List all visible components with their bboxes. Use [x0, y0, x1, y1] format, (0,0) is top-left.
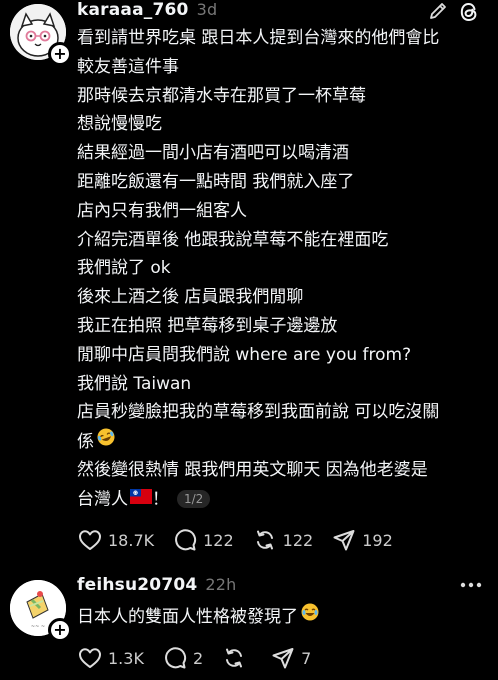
comment-count: 2: [192, 648, 204, 668]
post-line-with-emoji: 係: [77, 427, 492, 456]
share-icon: [331, 527, 357, 553]
thread-post: + karaaa_760 3d 看到請世界吃桌 跟日本人提到台灣來的他們會比 較友…: [0, 0, 498, 560]
post-line-text: 台灣人: [77, 489, 128, 510]
username[interactable]: feihsu20704: [77, 575, 197, 595]
repost-icon: [252, 527, 278, 553]
repost-button[interactable]: 122: [252, 527, 314, 553]
follow-plus-button[interactable]: +: [48, 42, 72, 66]
avatar[interactable]: ~~ ~ +: [10, 580, 72, 642]
post-actions: 18.7K 122 122 192: [77, 527, 411, 553]
post-line-text: 係: [77, 432, 94, 453]
share-icon: [270, 645, 296, 671]
reply-header: feihsu20704 22h: [77, 575, 237, 595]
follow-plus-button[interactable]: +: [48, 618, 72, 642]
share-button[interactable]: 7: [270, 645, 311, 671]
like-count: 18.7K: [108, 530, 155, 550]
like-count: 1.3K: [108, 648, 144, 668]
timestamp: 3d: [196, 0, 218, 19]
post-line-with-flag: 台灣人 ！ 1/2: [77, 485, 492, 514]
post-line: 看到請世界吃桌 跟日本人提到台灣來的他們會比: [77, 28, 440, 48]
post-header: karaaa_760 3d: [77, 0, 217, 20]
share-button[interactable]: 192: [331, 527, 393, 553]
post-line-text: 日本人的雙面人性格被發現了: [77, 606, 298, 627]
rofl-emoji: [96, 427, 116, 457]
comment-icon: [172, 527, 198, 553]
post-line: 結果經過一間小店有酒吧可以喝清酒: [77, 143, 349, 164]
threads-logo-icon[interactable]: [456, 0, 482, 25]
reply-actions: 1.3K 2 7: [77, 645, 329, 671]
post-line: 後來上酒之後 店員跟我們閒聊: [77, 287, 304, 308]
post-line-with-emoji: 日本人的雙面人性格被發現了: [77, 602, 492, 631]
comment-icon: [162, 645, 188, 671]
comment-button[interactable]: 2: [162, 645, 203, 671]
taiwan-flag-emoji: [130, 485, 152, 514]
plus-icon: +: [53, 619, 67, 639]
edit-icon[interactable]: [427, 0, 449, 22]
repost-button[interactable]: [221, 645, 252, 671]
comment-count: 122: [203, 530, 234, 550]
post-line: 想說慢慢吃: [77, 114, 162, 135]
reply-body: 日本人的雙面人性格被發現了: [77, 602, 492, 631]
post-line: 然後變很熱情 跟我們用英文聊天 因為他老婆是: [77, 459, 428, 480]
post-body: 看到請世界吃桌 跟日本人提到台灣來的他們會比 較友善這件事 那時候去京都清水寺在…: [77, 24, 492, 514]
post-line: 我正在拍照 把草莓移到桌子邊邊放: [77, 315, 338, 336]
post-line: 我們說 Taiwan: [77, 373, 192, 394]
post-line: 我們說了 ok: [77, 258, 171, 279]
post-line: 距離吃飯還有一點時間 我們就入座了: [77, 171, 355, 192]
post-line: 店員秒變臉把我的草莓移到我面前說 可以吃沒關: [77, 402, 440, 423]
heart-icon: [77, 645, 103, 671]
heart-icon: [77, 527, 103, 553]
comment-button[interactable]: 122: [172, 527, 234, 553]
repost-icon: [221, 645, 247, 671]
share-count: 192: [362, 530, 393, 550]
avatar[interactable]: +: [10, 4, 72, 66]
post-line: 那時候去京都清水寺在那買了一杯草莓: [77, 85, 366, 106]
post-line: 閒聊中店員問我們說 where are you from?: [77, 344, 412, 365]
like-button[interactable]: 1.3K: [77, 645, 144, 671]
repost-count: 122: [282, 530, 314, 550]
post-line: 店內只有我們一組客人: [77, 200, 247, 221]
joy-emoji: [300, 602, 320, 632]
share-count: 7: [301, 648, 312, 668]
reply-post: ~~ ~ + feihsu20704 22h 日本人的雙面人性格被發現了 1.3…: [0, 568, 498, 680]
timestamp: 22h: [205, 575, 237, 594]
post-line: 較友善這件事: [77, 56, 179, 77]
more-icon[interactable]: [458, 575, 484, 595]
page-indicator[interactable]: 1/2: [177, 490, 211, 509]
username[interactable]: karaaa_760: [77, 0, 189, 20]
exclamation-text: ！: [152, 489, 169, 510]
plus-icon: +: [53, 43, 67, 63]
svg-text:~~ ~: ~~ ~: [31, 624, 45, 630]
post-line: 介紹完酒單後 他跟我說草莓不能在裡面吃: [77, 229, 389, 250]
like-button[interactable]: 18.7K: [77, 527, 154, 553]
